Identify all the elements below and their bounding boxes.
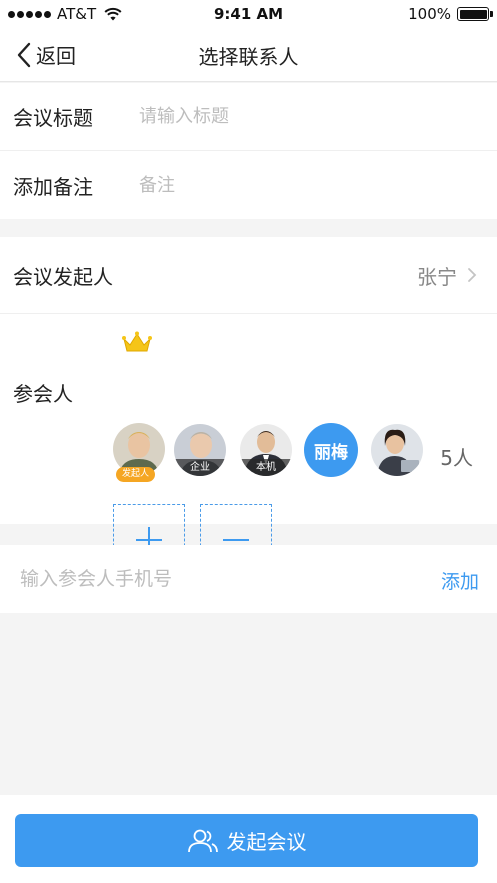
start-meeting-button[interactable]: 发起会议: [15, 814, 478, 867]
initiator-row[interactable]: 会议发起人 张宁: [0, 237, 497, 314]
nav-bar: 返回 选择联系人: [0, 28, 497, 82]
meeting-note-row: 添加备注: [0, 151, 497, 219]
person-photo-icon: [371, 424, 423, 476]
avatar-this-device[interactable]: 本机: [240, 424, 292, 476]
crown-icon: [122, 331, 152, 352]
meeting-title-label: 会议标题: [13, 106, 93, 130]
battery-percent: 100%: [408, 5, 451, 23]
initiator-badge: 发起人: [116, 467, 156, 482]
meeting-note-input[interactable]: [139, 165, 497, 205]
participants-label: 参会人: [13, 382, 73, 406]
add-phone-button[interactable]: 添加: [441, 567, 479, 594]
people-section: 会议发起人 张宁 参会人 发起人 企业 本机 丽梅 5人: [0, 237, 497, 576]
start-meeting-label: 发起会议: [226, 830, 307, 854]
initiator-name: 张宁: [417, 264, 457, 289]
initiator-value-group: 张宁: [417, 237, 477, 313]
phone-input[interactable]: [20, 559, 400, 599]
participant-count: 5人: [440, 446, 473, 470]
battery-group: 100%: [408, 5, 493, 23]
phone-row: 添加: [0, 545, 497, 613]
meeting-note-label: 添加备注: [13, 174, 93, 199]
status-bar: AT&T 9:41 AM 100%: [0, 0, 497, 28]
participants-area: 参会人 发起人 企业 本机 丽梅 5人: [0, 314, 497, 576]
meeting-title-input[interactable]: [139, 96, 497, 137]
bottom-bar: 发起会议: [0, 795, 497, 883]
group-icon: [187, 829, 218, 852]
avatar-enterprise[interactable]: 企业: [174, 424, 226, 476]
initiator-label: 会议发起人: [13, 264, 113, 289]
avatar-text[interactable]: 丽梅: [304, 423, 358, 477]
page-title: 选择联系人: [198, 45, 299, 69]
avatar-member[interactable]: [371, 424, 423, 476]
meeting-title-row: 会议标题: [0, 83, 497, 151]
avatar-tag: 本机: [240, 459, 292, 476]
chevron-right-icon: [468, 268, 477, 282]
avatar-tag: 企业: [174, 459, 226, 476]
battery-icon: [457, 7, 493, 21]
meeting-info-section: 会议标题 添加备注: [0, 83, 497, 219]
